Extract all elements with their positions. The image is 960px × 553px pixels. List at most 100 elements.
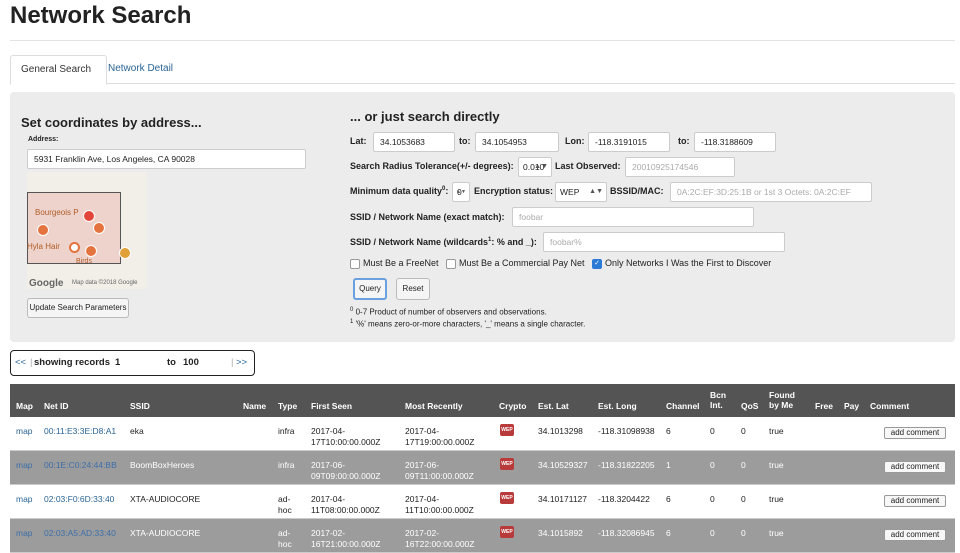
showing-records-label: showing records <box>34 357 111 368</box>
col-first-seen[interactable]: First Seen <box>311 401 352 411</box>
direct-search-heading: ... or just search directly <box>350 109 500 124</box>
quality-stepper[interactable]: 0 ▲▼ <box>452 182 470 202</box>
col-crypto[interactable]: Crypto <box>499 401 526 411</box>
first-discover-checkbox[interactable]: ✓ <box>592 259 602 269</box>
results-table: Map Net ID SSID Name Type First Seen Mos… <box>10 384 955 553</box>
col-bcn-int[interactable]: Bcn Int. <box>710 390 726 410</box>
encryption-label: Encryption status: <box>474 186 554 196</box>
add-comment-button[interactable]: add comment <box>884 495 946 507</box>
table-row: map 02:03:A5:AD:33:40 XTA-AUDIOCORE ad-h… <box>10 519 955 553</box>
col-est-long[interactable]: Est. Long <box>598 401 637 411</box>
map-link[interactable]: map <box>16 528 33 539</box>
found-by-me-cell: true <box>769 426 784 436</box>
bcn-int-cell: 0 <box>710 528 715 538</box>
col-found-by-me[interactable]: Found by Me <box>769 390 795 410</box>
netid-link[interactable]: 00:1E:C0:24:44:BB <box>44 460 117 471</box>
crypto-wep-icon: WEP <box>500 458 514 470</box>
record-from-input[interactable]: 1 <box>115 351 159 375</box>
next-page-button[interactable]: >> <box>236 351 247 375</box>
est-lat-cell: 34.10529327 <box>538 460 588 470</box>
address-heading: Set coordinates by address... <box>21 115 202 130</box>
address-map[interactable]: Bourgeois P Hyla Hair Birds Google Map d… <box>27 172 147 289</box>
est-lat-cell: 34.1015892 <box>538 528 583 538</box>
update-search-parameters-button[interactable]: Update Search Parameters <box>27 298 129 318</box>
lon-to-label: to: <box>678 136 690 146</box>
lon-from-input[interactable]: -118.3191015 <box>588 132 670 152</box>
encryption-select[interactable]: WEP ▲▼ <box>555 182 607 202</box>
col-map[interactable]: Map <box>16 401 33 411</box>
first-discover-label: Only Networks I Was the First to Discove… <box>605 258 772 268</box>
most-recently-cell: 2017-04- 17T19:00:00.000Z <box>405 426 475 447</box>
col-free[interactable]: Free <box>815 401 833 411</box>
paynet-checkbox[interactable] <box>446 259 456 269</box>
query-button[interactable]: Query <box>353 278 387 300</box>
radius-stepper[interactable]: 0.010 ▲▼ <box>518 157 552 177</box>
col-type[interactable]: Type <box>278 401 297 411</box>
map-link[interactable]: map <box>16 426 33 437</box>
select-arrows-icon: ▲▼ <box>589 188 603 195</box>
col-ssid[interactable]: SSID <box>130 401 150 411</box>
col-netid[interactable]: Net ID <box>44 401 69 411</box>
netid-link[interactable]: 02:03:F0:6D:33:40 <box>44 494 114 505</box>
record-pager: << | showing records 1 to 100 | >> <box>10 350 255 376</box>
record-to-input[interactable]: 100 <box>183 351 223 375</box>
crypto-wep-icon: WEP <box>500 424 514 436</box>
qos-cell: 0 <box>741 494 746 504</box>
lat-from-input[interactable]: 34.1053683 <box>373 132 455 152</box>
lon-label: Lon: <box>565 136 585 146</box>
map-label-hyla-hair: Hyla Hair <box>27 242 60 251</box>
last-observed-label: Last Observed: <box>555 161 621 171</box>
most-recently-cell: 2017-04- 11T10:00:00.000Z <box>405 494 474 515</box>
address-label: Address: <box>28 136 59 143</box>
lat-to-label: to: <box>459 136 471 146</box>
map-poi-icon <box>69 242 80 253</box>
most-recently-cell: 2017-06- 09T11:00:00.000Z <box>405 460 474 481</box>
lat-to-input[interactable]: 34.1054953 <box>475 132 559 152</box>
quality-label: Minimum data quality0: <box>350 186 449 196</box>
tab-network-detail[interactable]: Network Detail <box>98 55 183 83</box>
first-seen-cell: 2017-06- 09T09:00:00.000Z <box>311 460 381 481</box>
footnote-quality: 0 0-7 Product of number of observers and… <box>350 307 547 317</box>
est-long-cell: -118.3204422 <box>598 494 650 504</box>
col-est-lat[interactable]: Est. Lat <box>538 401 569 411</box>
netid-link[interactable]: 00:11:E3:3E:D8:A1 <box>44 426 116 437</box>
col-pay[interactable]: Pay <box>844 401 859 411</box>
found-by-me-cell: true <box>769 494 784 504</box>
map-link[interactable]: map <box>16 494 33 505</box>
paynet-label: Must Be a Commercial Pay Net <box>459 258 585 268</box>
tab-general-search[interactable]: General Search <box>10 55 107 85</box>
add-comment-button[interactable]: add comment <box>884 529 946 541</box>
col-channel[interactable]: Channel <box>666 401 700 411</box>
title-divider <box>10 40 955 41</box>
first-seen-cell: 2017-04- 11T08:00:00.000Z <box>311 494 380 515</box>
est-long-cell: -118.32086945 <box>598 528 655 538</box>
add-comment-button[interactable]: add comment <box>884 461 946 473</box>
address-input[interactable]: 5931 Franklin Ave, Los Angeles, CA 90028 <box>27 149 306 169</box>
map-link[interactable]: map <box>16 460 33 471</box>
lon-to-input[interactable]: -118.3188609 <box>694 132 776 152</box>
ssid-cell: XTA-AUDIOCORE <box>130 494 201 504</box>
reset-button[interactable]: Reset <box>396 278 430 300</box>
freenet-checkbox[interactable] <box>350 259 360 269</box>
crypto-wep-icon: WEP <box>500 526 514 538</box>
channel-cell: 6 <box>666 528 671 538</box>
add-comment-button[interactable]: add comment <box>884 427 946 439</box>
last-observed-input[interactable]: 20010925174546 <box>625 157 735 177</box>
prev-page-button[interactable]: << <box>15 351 26 375</box>
search-panel: Set coordinates by address... Address: 5… <box>10 92 955 342</box>
col-comment[interactable]: Comment <box>870 401 909 411</box>
col-qos[interactable]: QoS <box>741 401 758 411</box>
ssid-wild-input[interactable]: foobar% <box>543 232 785 252</box>
table-header: Map Net ID SSID Name Type First Seen Mos… <box>10 384 955 417</box>
first-seen-cell: 2017-04- 17T10:00:00.000Z <box>311 426 381 447</box>
table-row: map 02:03:F0:6D:33:40 XTA-AUDIOCORE ad-h… <box>10 485 955 519</box>
ssid-exact-label: SSID / Network Name (exact match): <box>350 212 505 222</box>
qos-cell: 0 <box>741 426 746 436</box>
footnote-wildcards: 1 '%' means zero-or-more characters, '_'… <box>350 319 586 329</box>
netid-link[interactable]: 02:03:A5:AD:33:40 <box>44 528 116 539</box>
bcn-int-cell: 0 <box>710 426 715 436</box>
col-name[interactable]: Name <box>243 401 266 411</box>
col-most-recently[interactable]: Most Recently <box>405 401 463 411</box>
ssid-exact-input[interactable]: foobar <box>512 207 754 227</box>
bssid-input[interactable]: 0A:2C:EF:3D:25:1B or 1st 3 Octets: 0A:2C… <box>670 182 872 202</box>
